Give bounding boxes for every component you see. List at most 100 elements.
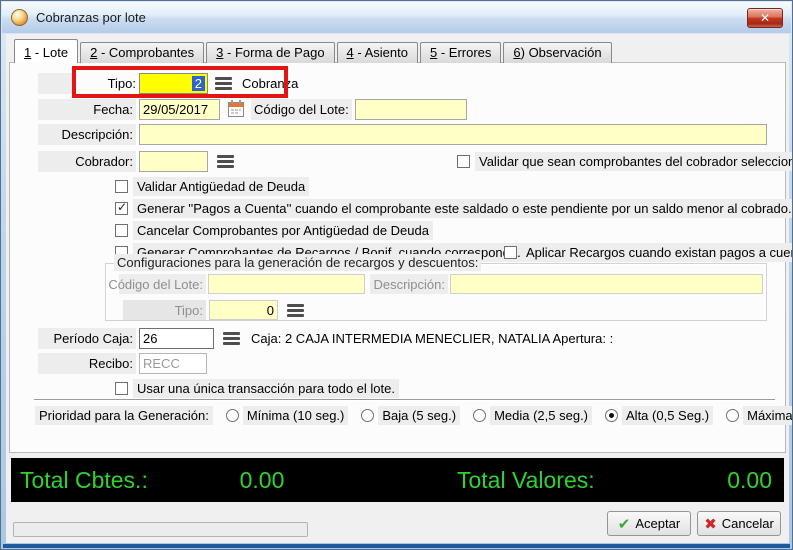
title-bar[interactable]: Cobranzas por lote (2, 2, 791, 33)
recargos-codigo-lote-label: Código del Lote: (119, 274, 206, 294)
tab-label: - Comprobantes (97, 45, 194, 60)
checkbox-label: Validar que sean comprobantes del cobrad… (475, 152, 793, 171)
recibo-label: Recibo: (38, 353, 136, 374)
cobrador-input[interactable] (139, 151, 208, 172)
total-cbtes-value: 0.00 (207, 467, 317, 494)
tab-label: - Forma de Pago (223, 45, 324, 60)
checkbox-box[interactable] (115, 224, 128, 237)
tab-page-lote: Tipo: 2 Cobranza Fecha: (9, 62, 786, 453)
tab-label: - Asiento (354, 45, 408, 60)
radio-circle[interactable] (473, 409, 486, 422)
separator-line (34, 399, 775, 401)
codigo-lote-label: Código del Lote: (251, 99, 352, 120)
cobrador-row: Cobrador: (38, 151, 234, 172)
radio-label: Media (2,5 seg.) (490, 406, 592, 425)
checkbox-validar-antiguedad[interactable]: Validar Antigüedad de Deuda (115, 178, 309, 195)
codigo-lote-input[interactable] (355, 99, 467, 120)
tab-hotkey: 4 (347, 45, 354, 60)
tab-errores[interactable]: 5 - Errores (420, 42, 501, 63)
tab-observacion[interactable]: 6) Observación (503, 42, 611, 63)
recargos-row-1: Código del Lote: Descripción: (119, 274, 763, 294)
tab-comprobantes[interactable]: 2 - Comprobantes (80, 42, 204, 63)
calendar-icon[interactable] (227, 99, 245, 121)
close-icon: ✕ (760, 11, 770, 25)
recargos-row-2: Tipo: (123, 300, 304, 320)
accept-button-label: Aceptar (635, 516, 680, 531)
checkbox-label: Aplicar Recargos cuando existan pagos a … (522, 243, 793, 262)
cobrador-lookup-icon[interactable] (217, 155, 234, 168)
checkbox-box[interactable] (115, 382, 128, 395)
tab-forma-de-pago[interactable]: 3 - Forma de Pago (206, 42, 334, 63)
checkbox-label: Usar una única transacción para todo el … (133, 379, 399, 398)
annotation-highlight-rect (72, 66, 288, 98)
radio-baja[interactable]: Baja (5 seg.) (361, 406, 460, 425)
recargos-groupbox-title: Configuraciones para la generación de re… (114, 254, 481, 271)
radio-minima[interactable]: Mínima (10 seg.) (226, 406, 349, 425)
radio-circle[interactable] (726, 409, 739, 422)
recargos-codigo-lote-input[interactable] (208, 274, 365, 294)
radio-label: Mínima (10 seg.) (243, 406, 349, 425)
recibo-input (139, 353, 207, 374)
total-valores-value: 0.00 (727, 467, 772, 494)
fecha-input[interactable] (139, 99, 220, 120)
checkbox-box[interactable] (504, 246, 517, 259)
recargos-descripcion-input[interactable] (450, 274, 763, 294)
cobrador-label: Cobrador: (38, 151, 136, 172)
tab-asiento[interactable]: 4 - Asiento (337, 42, 418, 63)
progress-bar (13, 522, 308, 537)
descripcion-input[interactable] (139, 124, 767, 145)
radio-media[interactable]: Media (2,5 seg.) (473, 406, 592, 425)
periodo-caja-input[interactable] (139, 328, 214, 349)
periodo-caja-row: Período Caja: Caja: 2 CAJA INTERMEDIA ME… (38, 328, 613, 349)
app-icon (11, 9, 28, 26)
total-cbtes-label: Total Cbtes.: (20, 467, 148, 494)
checkbox-aplicar-recargos[interactable]: Aplicar Recargos cuando existan pagos a … (504, 244, 793, 261)
radio-circle[interactable] (361, 409, 374, 422)
checkbox-validar-cobrador[interactable]: Validar que sean comprobantes del cobrad… (457, 153, 793, 170)
radio-maxima[interactable]: Máxima (726, 406, 793, 425)
radio-label: Alta (0,5 Seg.) (622, 406, 713, 425)
tab-bar: 1 - Lote 2 - Comprobantes 3 - Forma de P… (14, 39, 614, 63)
checkbox-label: Validar Antigüedad de Deuda (133, 177, 309, 196)
descripcion-row: Descripción: (38, 124, 767, 145)
tab-label: ) Observación (521, 45, 602, 60)
cancel-button-label: Cancelar (722, 516, 774, 531)
checkbox-label: Cancelar Comprobantes por Antigüedad de … (133, 221, 433, 240)
tab-label: - Errores (437, 45, 491, 60)
cancel-button[interactable]: ✖ Cancelar (697, 511, 781, 536)
totals-panel: Total Cbtes.: 0.00 Total Valores: 0.00 (11, 458, 784, 502)
recargos-tipo-label: Tipo: (123, 300, 206, 320)
accept-button[interactable]: ✔ Aceptar (607, 511, 691, 536)
priority-label: Prioridad para la Generación: (35, 406, 213, 425)
dialog-window: Cobranzas por lote ✕ 1 - Lote 2 - Compro… (0, 0, 793, 550)
window-title: Cobranzas por lote (36, 10, 146, 25)
periodo-caja-lookup-icon[interactable] (223, 332, 240, 345)
fecha-row: Fecha: Código del Lote: (38, 99, 467, 120)
radio-alta[interactable]: Alta (0,5 Seg.) (605, 406, 713, 425)
fecha-label: Fecha: (38, 99, 136, 120)
radio-circle[interactable] (605, 409, 618, 422)
x-icon: ✖ (704, 515, 717, 533)
descripcion-label: Descripción: (38, 124, 136, 145)
tab-label: - Lote (31, 45, 68, 60)
caja-info-text: Caja: 2 CAJA INTERMEDIA MENECLIER, NATAL… (251, 331, 613, 346)
checkbox-unica-transaccion[interactable]: Usar una única transacción para todo el … (115, 380, 399, 397)
checkbox-cancelar-comprobantes[interactable]: Cancelar Comprobantes por Antigüedad de … (115, 222, 433, 239)
recargos-tipo-lookup-icon[interactable] (287, 304, 304, 317)
tipo-label-strip (38, 73, 76, 94)
radio-label: Máxima (743, 406, 793, 425)
recargos-tipo-input[interactable] (209, 300, 278, 320)
close-button[interactable]: ✕ (747, 8, 783, 28)
radio-label: Baja (5 seg.) (378, 406, 460, 425)
checkbox-box[interactable] (115, 180, 128, 193)
tab-lote[interactable]: 1 - Lote (14, 39, 78, 63)
checkbox-box[interactable] (115, 202, 128, 215)
checkbox-generar-pagos[interactable]: Generar ''Pagos a Cuenta'' cuando el com… (115, 200, 793, 217)
checkbox-box[interactable] (457, 155, 470, 168)
tab-hotkey: 6 (513, 45, 520, 60)
recibo-row: Recibo: (38, 353, 207, 374)
total-valores-label: Total Valores: (457, 467, 595, 494)
recargos-descripcion-label: Descripción: (370, 274, 448, 294)
checkbox-label: Generar ''Pagos a Cuenta'' cuando el com… (133, 199, 793, 218)
radio-circle[interactable] (226, 409, 239, 422)
